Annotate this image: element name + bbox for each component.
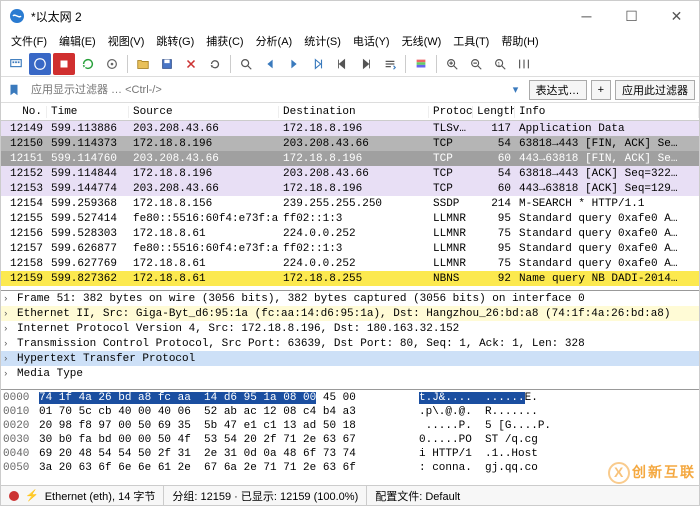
goto-packet-icon[interactable] [307,53,329,75]
expand-icon[interactable]: › [3,369,8,379]
restart-capture-icon[interactable] [77,53,99,75]
detail-row[interactable]: ›Hypertext Transfer Protocol [1,351,699,366]
stop-capture-icon[interactable] [53,53,75,75]
menu-item[interactable]: 分析(A) [250,33,299,49]
packet-row[interactable]: 12159599.827362172.18.8.61172.18.8.255NB… [1,271,699,286]
menu-item[interactable]: 视图(V) [102,33,151,49]
col-source[interactable]: Source [129,106,279,118]
col-time[interactable]: Time [47,106,129,118]
packet-row[interactable]: 12154599.259368172.18.8.156239.255.255.2… [1,196,699,211]
find-icon[interactable] [235,53,257,75]
packet-list-pane: No. Time Source Destination Protoc Lengt… [1,103,699,290]
menu-item[interactable]: 文件(F) [5,33,53,49]
packet-row[interactable]: 12152599.114844172.18.8.196203.208.43.66… [1,166,699,181]
col-info[interactable]: Info [515,106,699,118]
apply-filter-button[interactable]: 应用此过滤器 [615,80,695,100]
expression-button[interactable]: 表达式… [529,80,587,100]
status-profile[interactable]: 配置文件: Default [367,486,699,505]
expert-icon[interactable]: ⚡ [25,489,39,502]
detail-row[interactable]: ›Transmission Control Protocol, Src Port… [1,336,699,351]
menu-item[interactable]: 无线(W) [396,33,448,49]
auto-scroll-icon[interactable] [379,53,401,75]
detail-row[interactable]: ›Ethernet II, Src: Giga-Byt_d6:95:1a (fc… [1,306,699,321]
hex-offsets: 000000100020003000400050 [1,390,37,485]
col-destination[interactable]: Destination [279,106,429,118]
save-icon[interactable] [156,53,178,75]
packet-list-header[interactable]: No. Time Source Destination Protoc Lengt… [1,103,699,121]
close-file-icon[interactable] [180,53,202,75]
status-packets: 分组: 12159 · 已显示: 12159 (100.0%) [164,486,367,505]
colorize-icon[interactable] [410,53,432,75]
hex-bytes[interactable]: 74 1f 4a 26 bd a8 fc aa 14 d6 95 1a 08 0… [37,390,417,485]
resize-columns-icon[interactable] [513,53,535,75]
packet-details-pane[interactable]: ›Frame 51: 382 bytes on wire (3056 bits)… [1,290,699,389]
svg-text:1: 1 [497,61,500,67]
col-protocol[interactable]: Protoc [429,106,473,118]
expand-icon[interactable]: › [3,354,8,364]
packet-row[interactable]: 12155599.527414fe80::5516:60f4:e73f:a0e5… [1,211,699,226]
minimize-button[interactable]: ─ [564,1,609,31]
menu-item[interactable]: 跳转(G) [150,33,200,49]
options-icon[interactable] [101,53,123,75]
menu-item[interactable]: 统计(S) [298,33,347,49]
detail-row[interactable]: ›Frame 51: 382 bytes on wire (3056 bits)… [1,291,699,306]
menu-item[interactable]: 捕获(C) [200,33,249,49]
toolbar: 1 [1,51,699,77]
packet-row[interactable]: 12156599.528303172.18.8.61224.0.0.252LLM… [1,226,699,241]
maximize-button[interactable]: ☐ [609,1,654,31]
packet-row[interactable]: 12153599.144774203.208.43.66172.18.8.196… [1,181,699,196]
col-length[interactable]: Length [473,106,515,118]
filter-bar: ▾ 表达式… + 应用此过滤器 [1,77,699,103]
packet-list-body[interactable]: 12149599.113886203.208.43.66172.18.8.196… [1,121,699,286]
zoom-in-icon[interactable] [441,53,463,75]
open-icon[interactable] [132,53,154,75]
prev-packet-icon[interactable] [259,53,281,75]
zoom-reset-icon[interactable]: 1 [489,53,511,75]
zoom-out-icon[interactable] [465,53,487,75]
interfaces-icon[interactable] [5,53,27,75]
last-packet-icon[interactable] [355,53,377,75]
status-bar: ⚡ Ethernet (eth), 14 字节 分组: 12159 · 已显示:… [1,485,699,505]
menubar: 文件(F)编辑(E)视图(V)跳转(G)捕获(C)分析(A)统计(S)电话(Y)… [1,31,699,51]
next-packet-icon[interactable] [283,53,305,75]
separator [405,55,406,73]
packet-row[interactable]: 12158599.627769172.18.8.61224.0.0.252LLM… [1,256,699,271]
separator [436,55,437,73]
window-buttons: ─ ☐ ✕ [564,1,699,31]
menu-item[interactable]: 电话(Y) [347,33,396,49]
col-no[interactable]: No. [1,106,47,118]
expand-icon[interactable]: › [3,294,8,304]
packet-row[interactable]: 12157599.626877fe80::5516:60f4:e73f:a0e5… [1,241,699,256]
start-capture-icon[interactable] [29,53,51,75]
bookmark-icon[interactable] [5,81,23,99]
menu-item[interactable]: 帮助(H) [495,33,544,49]
hex-ascii: t.J&.... ......E..p\.@.@. R....... .....… [417,390,699,485]
expand-icon[interactable]: › [3,324,8,334]
packet-bytes-pane[interactable]: 000000100020003000400050 74 1f 4a 26 bd … [1,389,699,485]
packet-row[interactable]: 12151599.114760203.208.43.66172.18.8.196… [1,151,699,166]
first-packet-icon[interactable] [331,53,353,75]
titlebar: *以太网 2 ─ ☐ ✕ [1,1,699,31]
packet-row[interactable]: 12150599.114373172.18.8.196203.208.43.66… [1,136,699,151]
status-protocol: Ethernet (eth), 14 字节 [45,488,156,504]
expand-icon[interactable]: › [3,339,8,349]
capture-indicator-icon [9,491,19,501]
reload-icon[interactable] [204,53,226,75]
window-title: *以太网 2 [31,8,564,25]
app-icon [9,8,25,24]
menu-item[interactable]: 工具(T) [447,33,495,49]
display-filter-input[interactable] [27,80,503,100]
status-left: ⚡ Ethernet (eth), 14 字节 [1,486,164,505]
packet-row[interactable]: 12149599.113886203.208.43.66172.18.8.196… [1,121,699,136]
expand-icon[interactable]: › [3,309,8,319]
detail-row[interactable]: ›Media Type [1,366,699,381]
dropdown-icon[interactable]: ▾ [507,81,525,99]
add-filter-button[interactable]: + [591,80,611,100]
separator [230,55,231,73]
menu-item[interactable]: 编辑(E) [53,33,102,49]
close-button[interactable]: ✕ [654,1,699,31]
separator [127,55,128,73]
detail-row[interactable]: ›Internet Protocol Version 4, Src: 172.1… [1,321,699,336]
